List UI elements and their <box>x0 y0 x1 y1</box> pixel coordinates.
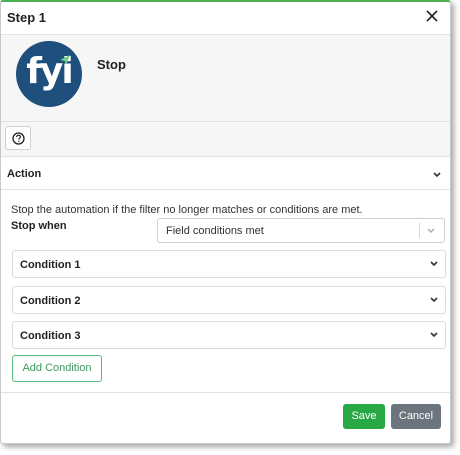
chevron-down-icon <box>433 172 441 178</box>
condition-label: Condition 3 <box>20 330 81 342</box>
action-description: Stop the automation if the filter no lon… <box>11 204 363 216</box>
chevron-down-icon <box>427 228 435 233</box>
condition-1-panel[interactable]: Condition 1 <box>12 250 446 278</box>
step-name: Stop <box>97 57 126 72</box>
step-logo: fyi <box>16 41 82 107</box>
stop-when-label: Stop when <box>11 220 67 232</box>
help-bar <box>1 122 450 157</box>
stop-when-value: Field conditions met <box>166 225 264 237</box>
close-icon[interactable] <box>422 6 442 26</box>
chevron-down-icon <box>430 332 438 338</box>
condition-3-panel[interactable]: Condition 3 <box>12 321 446 349</box>
action-header-label: Action <box>7 168 42 180</box>
chevron-down-icon <box>430 261 438 267</box>
step-summary: fyi Stop <box>1 35 450 122</box>
dialog-header: Step 1 <box>1 2 450 35</box>
chevron-down-icon <box>430 297 438 303</box>
step-dialog: Step 1 fyi Stop Action Stop the automati… <box>0 0 451 444</box>
condition-2-panel[interactable]: Condition 2 <box>12 286 446 314</box>
dialog-title: Step 1 <box>7 10 47 25</box>
condition-label: Condition 2 <box>20 295 81 307</box>
add-condition-button[interactable]: Add Condition <box>12 355 102 382</box>
cancel-button[interactable]: Cancel <box>391 404 441 429</box>
paper-plane-icon <box>60 55 70 65</box>
condition-label: Condition 1 <box>20 259 81 271</box>
action-section-header[interactable]: Action <box>1 160 450 190</box>
logo-text: fyi <box>26 51 73 92</box>
stop-when-select[interactable]: Field conditions met <box>157 218 445 243</box>
help-button[interactable] <box>5 126 31 150</box>
action-section-body: Stop the automation if the filter no lon… <box>1 190 450 393</box>
help-circle-icon <box>12 132 25 145</box>
save-button[interactable]: Save <box>343 404 385 429</box>
select-divider <box>419 223 420 238</box>
